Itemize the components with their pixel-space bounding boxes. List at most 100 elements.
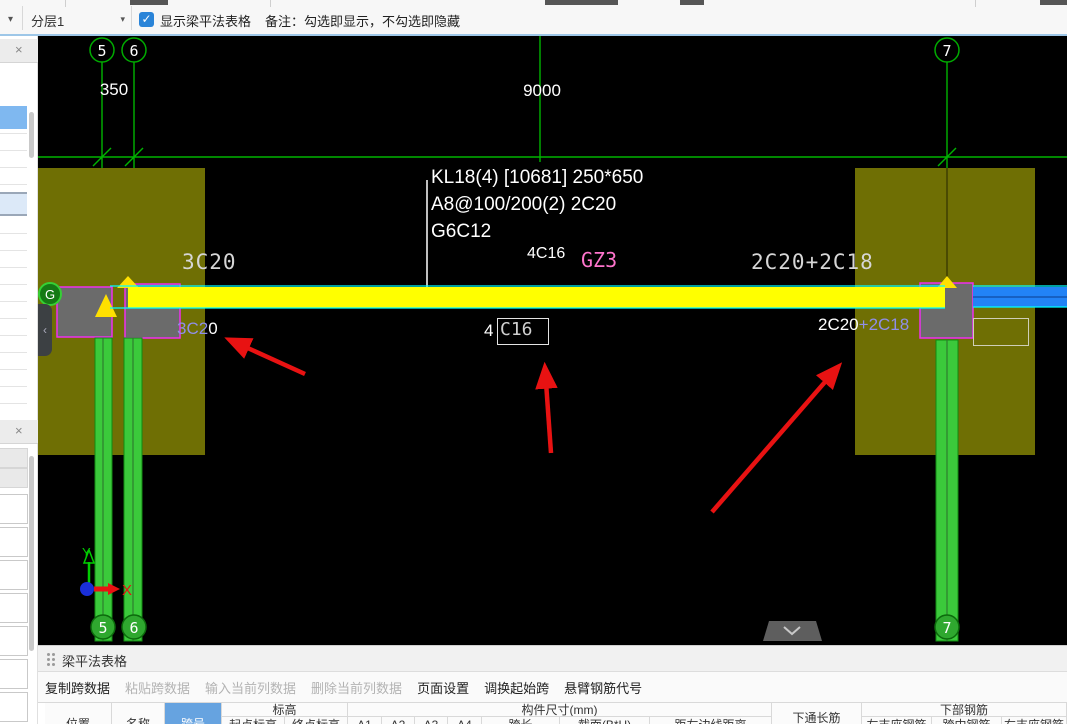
cantilever-rebar-code-button[interactable]: 悬臂钢筋代号 bbox=[564, 678, 642, 697]
rebar-label-top-right[interactable]: 2C20+2C18 bbox=[751, 250, 874, 274]
sidebar-cell[interactable] bbox=[0, 626, 28, 656]
sidebar-panel2-header: × bbox=[0, 420, 38, 444]
gz3-label[interactable]: GZ3 bbox=[581, 248, 617, 272]
sub-header-section[interactable]: 截面(B*H) bbox=[560, 717, 650, 724]
beam-selected[interactable] bbox=[128, 287, 945, 308]
delete-current-column-button[interactable]: 删除当前列数据 bbox=[311, 678, 402, 697]
rebar-label-top-mid[interactable]: 4C16 bbox=[527, 245, 565, 263]
axis-x-label: X bbox=[122, 582, 132, 599]
sidebar-cell[interactable] bbox=[0, 593, 28, 623]
cad-viewport[interactable]: 5 6 7 G 5 6 7 Y X 350 9000 KL18(4) [1068… bbox=[38, 36, 1067, 645]
show-table-checkbox-label: 显示梁平法表格 bbox=[160, 14, 252, 29]
sidebar-cell[interactable] bbox=[0, 692, 28, 722]
beam-annotation-line1: KL18(4) [10681] 250*650 bbox=[431, 167, 644, 188]
rebar-edit-mid-box[interactable]: C16 bbox=[497, 318, 549, 345]
sub-header-dist-left[interactable]: 距左边线距离 bbox=[650, 717, 772, 724]
rebar-edit-mid-value: C16 bbox=[500, 319, 533, 340]
col-header-name[interactable]: 名称 bbox=[112, 703, 165, 724]
sub-header-a3[interactable]: A3 bbox=[415, 717, 448, 724]
group-header-size[interactable]: 构件尺寸(mm) bbox=[348, 703, 772, 717]
beam-annotation[interactable]: KL18(4) [10681] 250*650 A8@100/200(2) 2C… bbox=[431, 164, 643, 245]
list-divider bbox=[0, 386, 27, 387]
axis-origin-dot bbox=[80, 582, 94, 596]
rebar-edit-mid-prefix[interactable]: 4 bbox=[484, 321, 493, 341]
layer-select[interactable]: 分层1 ▾ bbox=[22, 6, 132, 30]
rebar-label-top-left[interactable]: 3C20 bbox=[182, 250, 237, 274]
rebar-edit-empty-box[interactable] bbox=[973, 318, 1029, 346]
list-divider bbox=[0, 284, 27, 285]
ribbon-separator bbox=[270, 0, 271, 7]
ribbon-separator bbox=[975, 0, 976, 7]
top-toolbar: ▾ 分层1 ▾ ✓ 显示梁平法表格 备注：勾选即显示，不勾选即隐藏 bbox=[0, 0, 1067, 36]
sub-header-a2[interactable]: A2 bbox=[382, 717, 415, 724]
list-divider bbox=[0, 352, 27, 353]
list-divider bbox=[0, 403, 27, 404]
grid-bubble-7-top-label: 7 bbox=[942, 42, 951, 60]
grid-bubble-g-label: G bbox=[45, 287, 55, 302]
panel-title: 梁平法表格 bbox=[62, 654, 128, 669]
sub-header-right-support[interactable]: 右支座钢筋 bbox=[1002, 717, 1067, 724]
close-icon[interactable]: × bbox=[15, 423, 23, 438]
rebar-edit-right[interactable]: 2C20+2C18 bbox=[818, 315, 909, 335]
list-divider bbox=[0, 335, 27, 336]
sidebar-selected-item[interactable] bbox=[0, 106, 27, 129]
page-setup-button[interactable]: 页面设置 bbox=[417, 678, 469, 697]
sub-header-start-elev[interactable]: 起点标高 bbox=[222, 717, 285, 724]
red-arrow-left bbox=[224, 337, 306, 377]
clipped-ribbon-text bbox=[1040, 0, 1067, 5]
col-header-span-no[interactable]: 跨号 bbox=[165, 703, 222, 724]
sub-header-mid-span[interactable]: 跨中钢筋 bbox=[932, 717, 1002, 724]
dimension-350[interactable]: 350 bbox=[74, 80, 154, 100]
clipped-ribbon-text bbox=[680, 0, 704, 5]
sidebar-collapse-tab[interactable]: ‹ bbox=[38, 304, 52, 356]
red-arrow-right bbox=[710, 362, 843, 514]
list-divider bbox=[0, 369, 27, 370]
col-header-bottom-through[interactable]: 下通长筋 bbox=[772, 703, 862, 724]
sidebar-panel-header: × bbox=[0, 39, 38, 63]
sidebar-cell[interactable] bbox=[0, 560, 28, 590]
sub-header-end-elev[interactable]: 终点标高 bbox=[285, 717, 348, 724]
swap-start-span-button[interactable]: 调换起始跨 bbox=[484, 678, 549, 697]
rebar-edit-left-rest: 0 bbox=[208, 319, 218, 338]
paste-span-data-button[interactable]: 粘贴跨数据 bbox=[125, 678, 190, 697]
grid-bubble-7-bottom-label: 7 bbox=[942, 619, 951, 637]
chevron-left-icon: ‹ bbox=[43, 323, 47, 337]
drag-handle-icon[interactable] bbox=[47, 653, 50, 656]
sub-header-span-length[interactable]: 跨长 bbox=[482, 717, 560, 724]
grid-bubble-5-bottom-label: 5 bbox=[98, 619, 107, 637]
sub-header-a1[interactable]: A1 bbox=[348, 717, 382, 724]
sidebar-scrollbar2[interactable] bbox=[29, 456, 34, 651]
rebar-edit-left[interactable]: 3C20 bbox=[177, 319, 218, 339]
sidebar-cell[interactable] bbox=[0, 527, 28, 557]
sidebar-scrollbar[interactable] bbox=[29, 112, 34, 158]
rebar-edit-right-selected: +2C18 bbox=[858, 315, 910, 334]
list-divider bbox=[0, 167, 27, 168]
list-divider bbox=[0, 318, 27, 319]
toolbar-note: 备注：勾选即显示，不勾选即隐藏 bbox=[265, 14, 461, 29]
col-header-position[interactable]: 位置 bbox=[45, 703, 112, 724]
sidebar-cell[interactable] bbox=[0, 468, 28, 488]
panel-collapse-button[interactable] bbox=[763, 621, 822, 641]
show-table-checkbox[interactable]: ✓ bbox=[139, 12, 154, 27]
input-current-column-button[interactable]: 输入当前列数据 bbox=[205, 678, 296, 697]
group-header-elevation[interactable]: 标高 bbox=[222, 703, 348, 717]
beam-table-panel-header[interactable]: 梁平法表格 bbox=[38, 646, 1067, 672]
close-icon[interactable]: × bbox=[15, 42, 23, 57]
axis-x-arrowhead bbox=[108, 583, 120, 595]
grid-bubble-5-top-label: 5 bbox=[97, 42, 106, 60]
beam-annotation-line2: A8@100/200(2) 2C20 bbox=[431, 194, 617, 215]
beam-annotation-line3: G6C12 bbox=[431, 221, 492, 242]
dimension-9000[interactable]: 9000 bbox=[502, 81, 582, 101]
beam-table-toolbar: 复制跨数据 粘贴跨数据 输入当前列数据 删除当前列数据 页面设置 调换起始跨 悬… bbox=[45, 672, 1067, 702]
sidebar-cell[interactable] bbox=[0, 494, 28, 524]
list-divider bbox=[0, 250, 27, 251]
grid-bubble-6-top-label: 6 bbox=[129, 42, 138, 60]
sidebar-cell[interactable] bbox=[0, 448, 28, 468]
chevron-down-icon[interactable]: ▾ bbox=[8, 14, 13, 25]
sub-header-a4[interactable]: A4 bbox=[448, 717, 482, 724]
group-header-bottom-rebar[interactable]: 下部钢筋 bbox=[862, 703, 1067, 717]
sidebar-highlight-item[interactable] bbox=[0, 192, 27, 216]
sidebar-cell[interactable] bbox=[0, 659, 28, 689]
copy-span-data-button[interactable]: 复制跨数据 bbox=[45, 678, 110, 697]
sub-header-left-support[interactable]: 左支座钢筋 bbox=[862, 717, 932, 724]
